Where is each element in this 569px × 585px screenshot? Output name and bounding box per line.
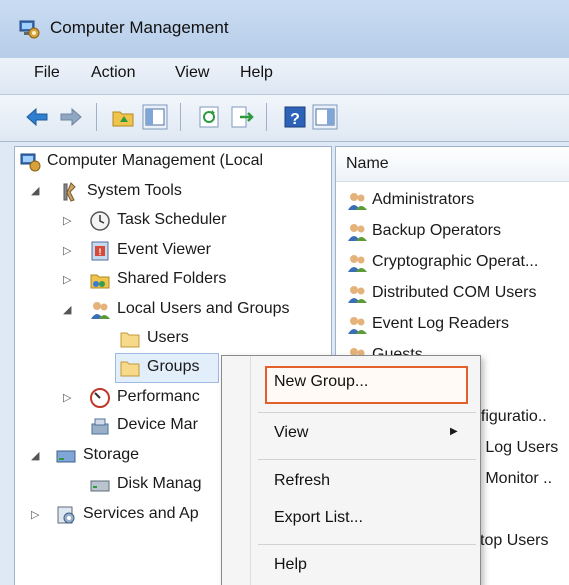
computer-management-window: Computer Management File Action View Hel… bbox=[0, 0, 569, 585]
column-header-name[interactable]: Name bbox=[336, 147, 569, 182]
forward-arrow-icon[interactable] bbox=[58, 104, 84, 130]
group-icon bbox=[348, 286, 367, 303]
submenu-arrow-icon: ▶ bbox=[450, 426, 458, 437]
menu-help[interactable]: Help bbox=[240, 64, 273, 82]
collapse-arrow-icon[interactable]: ◢ bbox=[63, 303, 71, 316]
refresh-icon[interactable] bbox=[196, 104, 222, 130]
help-icon[interactable]: ? bbox=[282, 104, 308, 130]
folder-icon bbox=[120, 332, 140, 348]
tree-label: Computer Management (Local bbox=[47, 152, 264, 169]
collapse-arrow-icon[interactable]: ◢ bbox=[31, 184, 39, 197]
menu-separator bbox=[258, 544, 476, 545]
folder-icon bbox=[120, 361, 140, 377]
shared-folder-icon bbox=[90, 274, 110, 289]
tree-label: Groups bbox=[147, 358, 200, 375]
up-folder-icon[interactable] bbox=[110, 104, 136, 130]
menu-item-refresh[interactable]: Refresh bbox=[274, 472, 330, 490]
list-item-label: ktop Users bbox=[472, 532, 549, 549]
window-title: Computer Management bbox=[50, 18, 229, 37]
title-bar: Computer Management bbox=[0, 0, 569, 58]
menu-gutter bbox=[250, 356, 251, 585]
tree-label: Task Scheduler bbox=[117, 211, 227, 228]
toolbar: ? bbox=[0, 95, 569, 142]
toolbar-separator bbox=[180, 103, 181, 131]
tree-label: Device Mar bbox=[117, 416, 198, 433]
menu-item-help[interactable]: Help bbox=[274, 556, 307, 574]
list-item-label: Backup Operators bbox=[372, 222, 501, 239]
menu-item-view[interactable]: View bbox=[274, 424, 308, 442]
list-item-label: Administrators bbox=[372, 191, 475, 208]
tree-label: Disk Manag bbox=[117, 475, 202, 492]
menu-file[interactable]: File bbox=[34, 64, 60, 82]
tree-label: System Tools bbox=[87, 182, 182, 199]
list-item-label: Distributed COM Users bbox=[372, 284, 537, 301]
toolbar-separator bbox=[96, 103, 97, 131]
svg-text:?: ? bbox=[290, 111, 300, 128]
column-header-label: Name bbox=[346, 155, 389, 172]
device-manager-icon bbox=[91, 418, 109, 435]
collapse-arrow-icon[interactable]: ◢ bbox=[31, 449, 39, 462]
disk-icon bbox=[90, 480, 110, 492]
list-item-label: Event Log Readers bbox=[372, 315, 509, 332]
context-menu: New Group... View ▶ Refresh Export List.… bbox=[221, 355, 481, 585]
export-list-icon[interactable] bbox=[228, 104, 254, 130]
tree-label: Users bbox=[147, 329, 189, 346]
show-hide-console-tree-icon[interactable] bbox=[142, 104, 168, 130]
event-viewer-icon: ! bbox=[91, 241, 109, 261]
tree-label: Storage bbox=[83, 446, 140, 463]
back-arrow-icon[interactable] bbox=[24, 104, 50, 130]
tree-label: Performanc bbox=[117, 388, 200, 405]
users-group-icon bbox=[91, 302, 110, 319]
menu-separator bbox=[258, 459, 476, 460]
expand-arrow-icon[interactable]: ▷ bbox=[31, 508, 39, 521]
group-icon bbox=[348, 224, 367, 241]
group-icon bbox=[348, 193, 367, 210]
storage-icon bbox=[56, 450, 76, 463]
computer-management-icon bbox=[19, 20, 40, 39]
expand-arrow-icon[interactable]: ▷ bbox=[63, 244, 71, 257]
tree-label: Shared Folders bbox=[117, 270, 227, 287]
list-item-label: e Monitor .. bbox=[472, 470, 553, 487]
group-icon bbox=[348, 255, 367, 272]
menu-view[interactable]: View bbox=[175, 64, 209, 82]
services-icon bbox=[57, 506, 75, 524]
tree-label: Local Users and Groups bbox=[117, 300, 290, 317]
list-item-label: e Log Users bbox=[472, 439, 559, 456]
menu-action[interactable]: Action bbox=[91, 64, 135, 82]
menu-item-export-list[interactable]: Export List... bbox=[274, 509, 363, 527]
list-item-label: nfiguratio.. bbox=[472, 408, 547, 425]
menu-bar: File Action View Help bbox=[0, 58, 569, 95]
expand-arrow-icon[interactable]: ▷ bbox=[63, 273, 71, 286]
expand-arrow-icon[interactable]: ▷ bbox=[63, 391, 71, 404]
tools-icon bbox=[63, 182, 76, 202]
list-item-label: Cryptographic Operat... bbox=[372, 253, 539, 270]
performance-icon bbox=[90, 388, 110, 408]
menu-item-new-group[interactable]: New Group... bbox=[274, 373, 368, 391]
expand-arrow-icon[interactable]: ▷ bbox=[63, 214, 71, 227]
clock-icon bbox=[90, 211, 110, 231]
toolbar-separator bbox=[266, 103, 267, 131]
tree-label: Event Viewer bbox=[117, 241, 211, 258]
menu-separator bbox=[258, 412, 476, 413]
show-hide-action-pane-icon[interactable] bbox=[312, 104, 338, 130]
tree-label: Services and Ap bbox=[83, 505, 199, 522]
group-icon bbox=[348, 317, 367, 334]
svg-text:!: ! bbox=[99, 247, 102, 257]
computer-management-icon bbox=[20, 153, 41, 172]
